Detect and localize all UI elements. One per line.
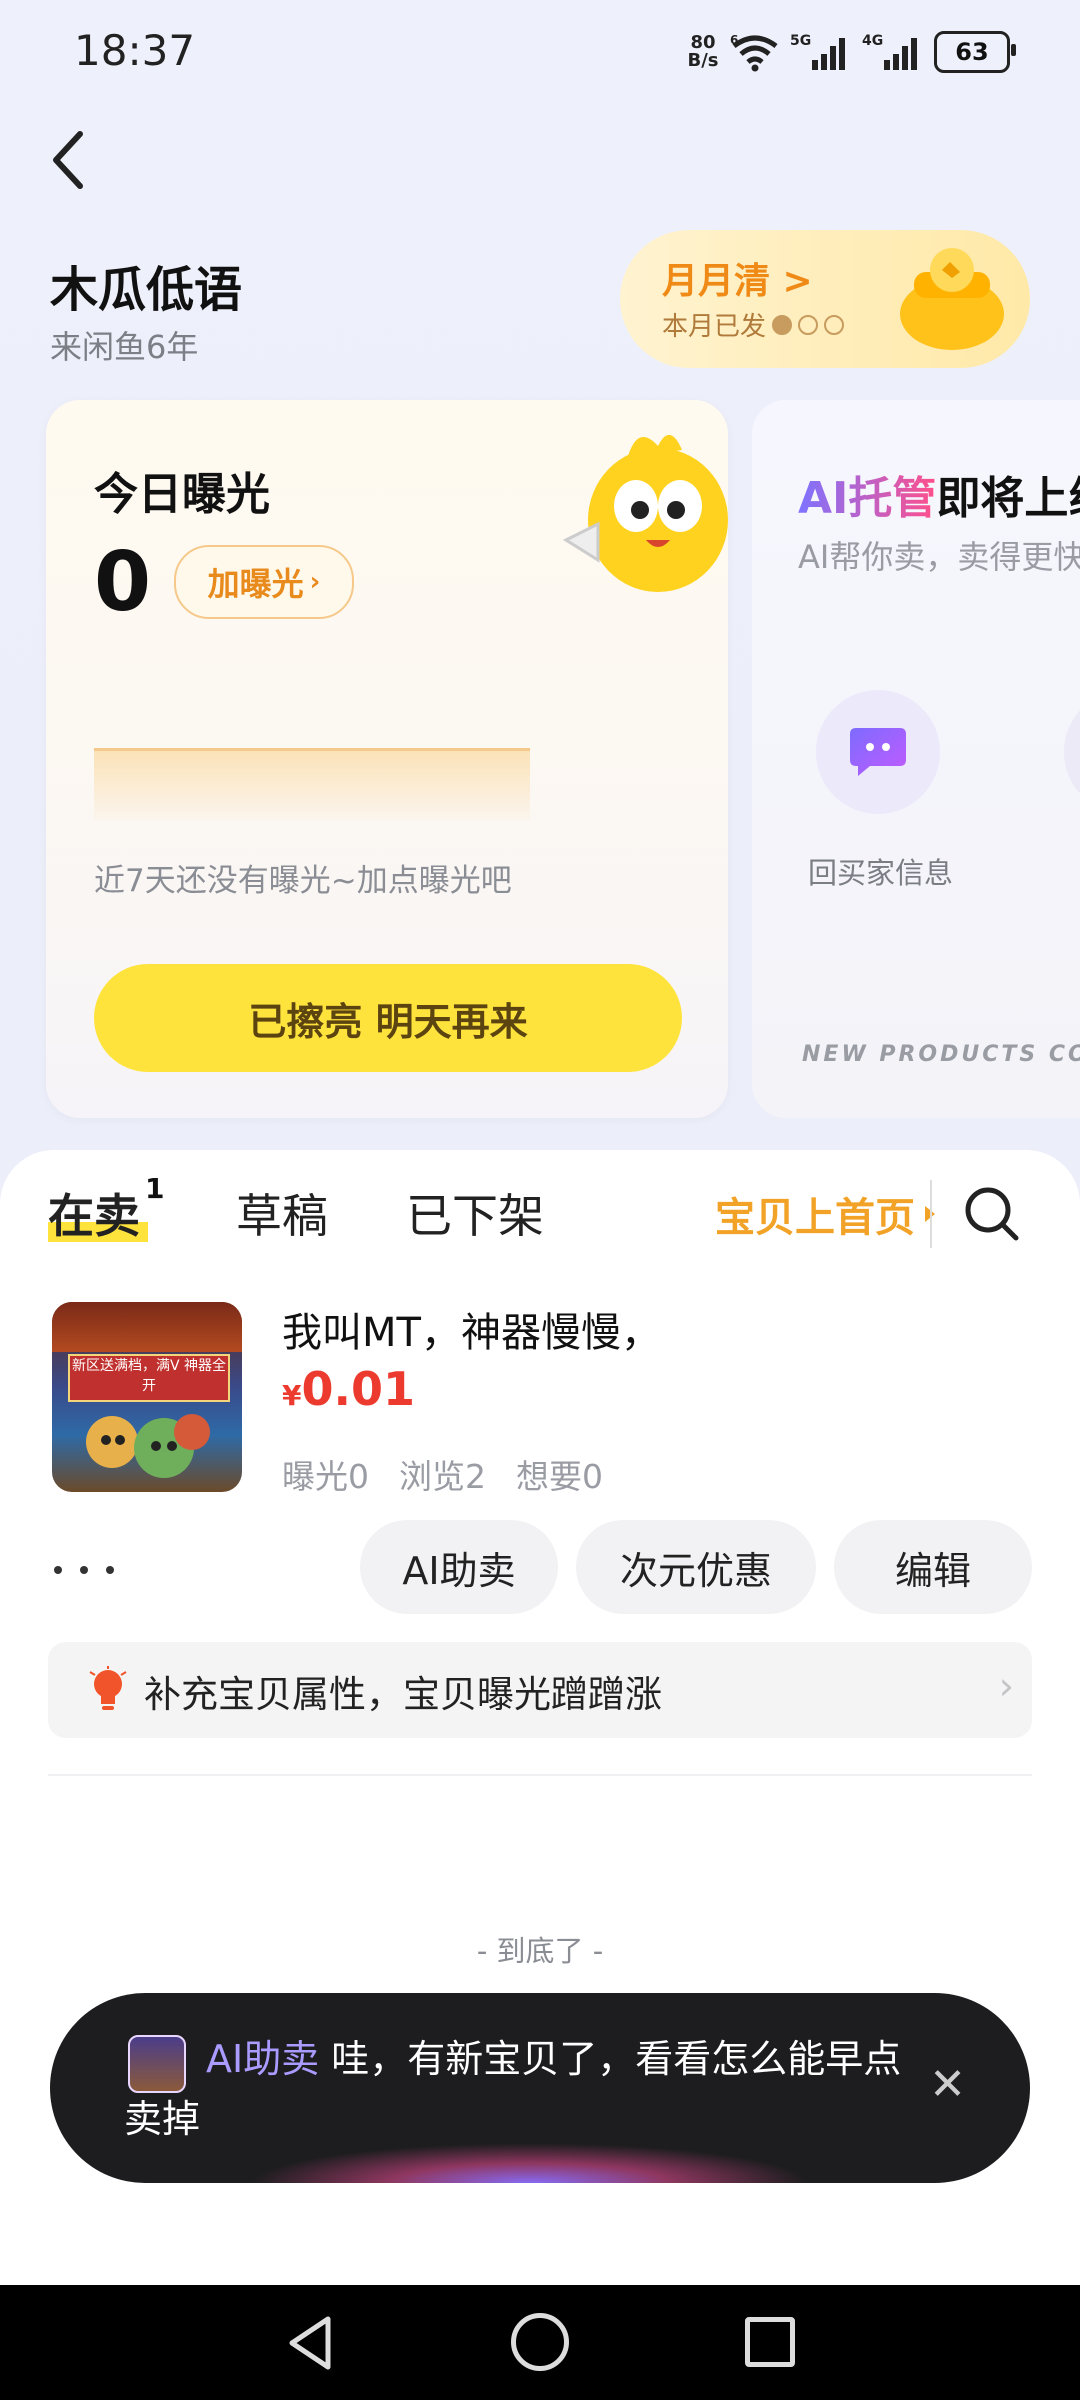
tab-drafts[interactable]: 草稿 <box>236 1180 328 1246</box>
status-icons: 80 B/s 6 5G 4G 63 <box>686 28 1016 76</box>
stat-views: 浏览2 <box>399 1457 486 1496</box>
ai-card-title-brand: AI托管 <box>798 473 937 524</box>
progress-dot <box>824 314 845 335</box>
product-price: ¥0.01 <box>282 1362 415 1416</box>
exposure-title: 今日曝光 <box>94 469 270 520</box>
wifi-label: 6 <box>730 33 738 47</box>
toast-glow <box>250 2143 810 2183</box>
chevron-right-icon: › <box>998 1664 1014 1708</box>
ai-sell-button[interactable]: AI助卖 <box>360 1520 558 1614</box>
close-icon[interactable]: ✕ <box>929 2059 966 2110</box>
progress-dot <box>798 314 819 335</box>
list-divider <box>48 1774 1032 1776</box>
coin-bag-icon <box>900 248 1004 350</box>
more-options-button[interactable] <box>54 1540 114 1600</box>
more-dot <box>54 1566 62 1574</box>
chat-bubble-icon <box>850 728 906 776</box>
attribute-tip-banner[interactable]: 补充宝贝属性，宝贝曝光蹭蹭涨 › <box>48 1642 1032 1738</box>
toast-brand: AI助卖 <box>206 2037 320 2081</box>
net-speed: 80 B/s <box>686 34 720 70</box>
more-dot <box>106 1566 114 1574</box>
price-value: 0.01 <box>301 1362 415 1416</box>
mascot-icon <box>562 434 728 592</box>
user-name: 木瓜低语 <box>50 262 243 318</box>
feature-icon <box>1064 690 1080 814</box>
toast-message: AI助卖 哇，有新宝贝了，看看怎么能早点卖掉 <box>124 2029 904 2149</box>
add-exposure-label: 加曝光 <box>207 565 304 603</box>
ai-card-title: AI托管即将上线 <box>798 462 1080 526</box>
tab-on-sale-count: 1 <box>145 1172 165 1205</box>
tab-on-sale-label: 在卖 <box>48 1189 140 1243</box>
system-nav-bar <box>0 2285 1080 2400</box>
lightbulb-icon <box>89 1666 127 1710</box>
signal-4g-icon: 4G <box>862 33 917 70</box>
ai-card-subtitle: AI帮你卖，卖得更快 <box>798 538 1080 576</box>
product-thumbnail[interactable]: 新区送满档，满V 神器全开 <box>52 1302 242 1492</box>
edit-button[interactable]: 编辑 <box>834 1520 1032 1614</box>
promote-label: 宝贝上首页 <box>715 1195 915 1241</box>
nav-back-icon[interactable] <box>282 2313 342 2373</box>
ai-card-title-rest: 即将上线 <box>936 473 1080 524</box>
tip-text: 补充宝贝属性，宝贝曝光蹭蹭涨 <box>144 1673 662 1716</box>
price-currency: ¥ <box>282 1379 302 1412</box>
exposure-chart-empty <box>94 748 530 821</box>
user-membership: 来闲鱼6年 <box>50 328 199 366</box>
nav-home-icon[interactable] <box>511 2313 569 2371</box>
new-products-text: NEW PRODUCTS COMING <box>802 1042 1080 1067</box>
product-image-top <box>52 1302 242 1352</box>
back-button[interactable] <box>40 122 96 198</box>
search-icon <box>965 1187 1019 1241</box>
tab-removed[interactable]: 已下架 <box>406 1180 544 1246</box>
add-exposure-button[interactable]: 加曝光 › <box>174 545 354 619</box>
reply-buyer-icon-wrap <box>816 690 940 814</box>
chevron-right-icon: › <box>309 567 321 597</box>
discount-button[interactable]: 次元优惠 <box>576 1520 816 1614</box>
end-of-list-text: - 到底了 - <box>476 1934 604 1968</box>
polish-button[interactable]: 已擦亮 明天再来 <box>94 964 682 1072</box>
reply-buyer-label: 回买家信息 <box>808 856 954 890</box>
promote-to-homepage-link[interactable]: 宝贝上首页 <box>715 1185 937 1243</box>
product-image-banner: 新区送满档，满V 神器全开 <box>68 1354 230 1402</box>
product-title[interactable]: 我叫MT，神器慢慢， <box>282 1300 661 1358</box>
game-characters-icon <box>86 1414 210 1478</box>
ai-assistant-toast[interactable]: AI助卖 哇，有新宝贝了，看看怎么能早点卖掉 ✕ <box>50 1993 1030 2183</box>
chevron-left-icon <box>53 131 83 189</box>
sim2-label: 4G <box>862 33 883 49</box>
monthly-progress: 本月已发 <box>662 306 845 343</box>
monthly-title: 月月清 > <box>662 261 813 302</box>
net-speed-unit: B/s <box>687 50 719 71</box>
exposure-count: 0 <box>94 535 152 630</box>
stat-exposure: 曝光0 <box>282 1457 369 1496</box>
exposure-hint: 近7天还没有曝光~加点曝光吧 <box>94 863 512 899</box>
battery-icon: 63 <box>934 31 1016 73</box>
monthly-subtitle: 本月已发 <box>662 312 767 342</box>
nav-recent-apps-icon[interactable] <box>745 2317 795 2367</box>
signal-5g-icon: 5G <box>790 33 845 70</box>
search-button[interactable] <box>962 1184 1022 1244</box>
ai-managed-card[interactable]: AI托管即将上线 AI帮你卖，卖得更快 回买家信息 NEW PRODUCTS C… <box>752 400 1080 1118</box>
tab-on-sale[interactable]: 在卖 <box>48 1180 148 1246</box>
status-time: 18:37 <box>74 26 196 75</box>
stat-wants: 想要0 <box>516 1457 603 1496</box>
wifi-icon: 6 <box>730 33 778 72</box>
product-stats: 曝光0 浏览2 想要0 <box>282 1450 603 1498</box>
sim1-label: 5G <box>790 33 811 49</box>
tabs-divider <box>930 1180 932 1248</box>
exposure-card: 今日曝光 0 加曝光 › 近7天还没有曝光~加点曝光吧 已擦亮 明天再来 <box>46 400 728 1118</box>
progress-dot-done <box>772 314 793 335</box>
monthly-clear-badge[interactable]: 月月清 > 本月已发 <box>620 230 1030 368</box>
more-dot <box>80 1566 88 1574</box>
